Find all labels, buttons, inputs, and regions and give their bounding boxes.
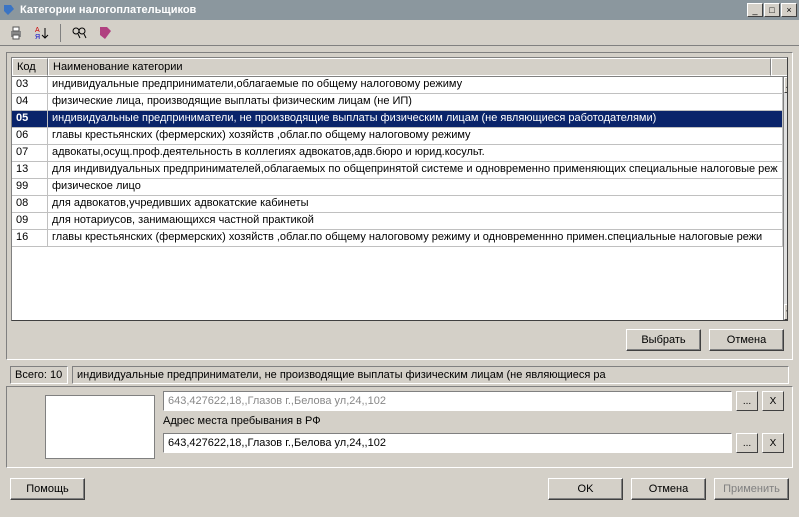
table-row[interactable]: 05индивидуальные предприниматели, не про… <box>12 111 783 128</box>
table-row[interactable]: 06главы крестьянских (фермерских) хозяйс… <box>12 128 783 145</box>
cell-name: главы крестьянских (фермерских) хозяйств… <box>48 128 783 144</box>
browse-button-1[interactable]: ... <box>736 391 758 411</box>
bottom-bar: Помощь OK Отмена Применить <box>0 468 799 510</box>
scroll-up-button[interactable]: ▲ <box>784 77 787 93</box>
cell-code: 08 <box>12 196 48 212</box>
cell-code: 07 <box>12 145 48 161</box>
cell-name: для нотариусов, занимающихся частной пра… <box>48 213 783 229</box>
sort-icon[interactable]: АЯ <box>32 23 52 43</box>
category-table: Код Наименование категории 03индивидуаль… <box>11 57 788 321</box>
cell-name: адвокаты,осущ.проф.деятельность в коллег… <box>48 145 783 161</box>
table-rows: 03индивидуальные предприниматели,облагае… <box>12 77 783 320</box>
maximize-button[interactable]: □ <box>764 3 780 17</box>
cell-name: для адвокатов,учредивших адвокатские каб… <box>48 196 783 212</box>
table-row[interactable]: 03индивидуальные предприниматели,облагае… <box>12 77 783 94</box>
help-button[interactable]: Помощь <box>10 478 85 500</box>
table-row[interactable]: 13для индивидуальных предпринимателей,об… <box>12 162 783 179</box>
scroll-track[interactable] <box>784 93 787 304</box>
vertical-scrollbar[interactable]: ▲ ▼ <box>783 77 787 320</box>
toolbar-separator <box>60 24 61 42</box>
scrollbar-corner <box>771 58 787 76</box>
clear-button-1[interactable]: X <box>762 391 784 411</box>
column-header-name[interactable]: Наименование категории <box>48 58 771 76</box>
toolbar: АЯ <box>0 20 799 46</box>
cell-name: физические лица, производящие выплаты фи… <box>48 94 783 110</box>
minimize-button[interactable]: _ <box>747 3 763 17</box>
cell-code: 06 <box>12 128 48 144</box>
svg-text:Я: Я <box>35 34 40 41</box>
cancel-button-bottom[interactable]: Отмена <box>631 478 706 500</box>
ok-button[interactable]: OK <box>548 478 623 500</box>
close-button[interactable]: × <box>781 3 797 17</box>
partial-address-input[interactable] <box>163 391 732 411</box>
cell-code: 09 <box>12 213 48 229</box>
table-row[interactable]: 04физические лица, производящие выплаты … <box>12 94 783 111</box>
cell-name: физическое лицо <box>48 179 783 195</box>
cancel-button[interactable]: Отмена <box>709 329 784 351</box>
help-icon[interactable] <box>95 23 115 43</box>
table-row[interactable]: 09для нотариусов, занимающихся частной п… <box>12 213 783 230</box>
status-total: Всего: 10 <box>10 366 68 384</box>
cell-code: 04 <box>12 94 48 110</box>
address-label: Адрес места пребывания в РФ <box>163 415 784 429</box>
app-icon <box>2 3 16 17</box>
print-icon[interactable] <box>6 23 26 43</box>
clear-button-2[interactable]: X <box>762 433 784 453</box>
titlebar: Категории налогоплательщиков _ □ × <box>0 0 799 20</box>
apply-button[interactable]: Применить <box>714 478 789 500</box>
browse-button-2[interactable]: ... <box>736 433 758 453</box>
cell-code: 99 <box>12 179 48 195</box>
thumbnail-box <box>45 395 155 459</box>
table-header: Код Наименование категории <box>12 58 787 77</box>
scroll-down-button[interactable]: ▼ <box>784 304 787 320</box>
cell-code: 05 <box>12 111 48 127</box>
window-title: Категории налогоплательщиков <box>20 4 747 16</box>
search-icon[interactable] <box>69 23 89 43</box>
table-row[interactable]: 16главы крестьянских (фермерских) хозяйс… <box>12 230 783 247</box>
status-detail: индивидуальные предприниматели, не произ… <box>72 366 789 384</box>
cell-name: индивидуальные предприниматели, не произ… <box>48 111 783 127</box>
table-row[interactable]: 07адвокаты,осущ.проф.деятельность в колл… <box>12 145 783 162</box>
cell-code: 03 <box>12 77 48 93</box>
svg-text:А: А <box>35 27 40 34</box>
column-header-code[interactable]: Код <box>12 58 48 76</box>
cell-code: 16 <box>12 230 48 246</box>
main-panel: Код Наименование категории 03индивидуаль… <box>6 52 793 360</box>
lower-panel: ... X Адрес места пребывания в РФ ... X <box>6 386 793 468</box>
cell-code: 13 <box>12 162 48 178</box>
table-row[interactable]: 99физическое лицо <box>12 179 783 196</box>
address-input[interactable] <box>163 433 732 453</box>
cell-name: индивидуальные предприниматели,облагаемы… <box>48 77 783 93</box>
table-row[interactable]: 08для адвокатов,учредивших адвокатские к… <box>12 196 783 213</box>
cell-name: главы крестьянских (фермерских) хозяйств… <box>48 230 783 246</box>
status-row: Всего: 10 индивидуальные предприниматели… <box>0 366 799 386</box>
select-button[interactable]: Выбрать <box>626 329 701 351</box>
cell-name: для индивидуальных предпринимателей,обла… <box>48 162 783 178</box>
